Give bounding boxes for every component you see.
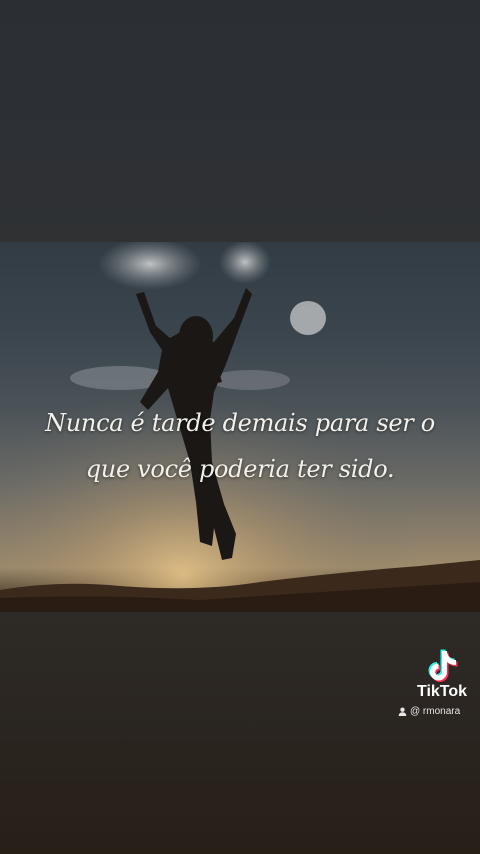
user-icon [398, 707, 407, 716]
quote-line-2: que você poderia ter sido. [85, 455, 395, 483]
background-photo: Nunca é tarde demais para ser o que você… [0, 242, 480, 612]
creator-handle-text: @ rmonara [410, 706, 461, 717]
creator-handle: @ rmonara [398, 706, 480, 717]
top-letterbox [0, 0, 480, 242]
video-frame: Nunca é tarde demais para ser o que você… [0, 0, 480, 854]
cloud [219, 242, 271, 284]
tiktok-brand-label: TikTok [416, 683, 468, 700]
quote-line-1: Nunca é tarde demais para ser o [45, 409, 435, 437]
tiktok-logo-icon [428, 649, 458, 682]
moon [290, 301, 326, 335]
quote-text: Nunca é tarde demais para ser o que você… [20, 400, 460, 492]
bottom-letterbox [0, 612, 480, 854]
